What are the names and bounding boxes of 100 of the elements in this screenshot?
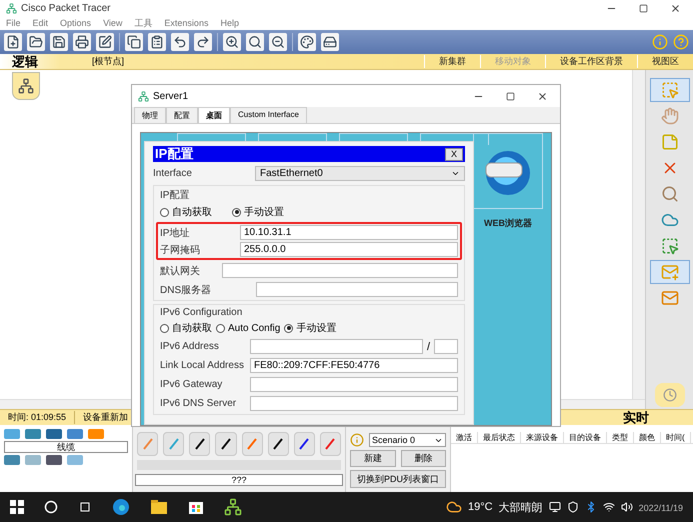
pdu-list-button[interactable]: 切换到PDU列表窗口 xyxy=(350,470,446,488)
radio-option[interactable]: 手动设置 xyxy=(284,321,336,335)
weather-icon[interactable] xyxy=(446,499,462,515)
dialog-tab[interactable]: 桌面 xyxy=(198,107,230,123)
radio-option[interactable]: 自动获取 xyxy=(160,205,212,219)
store-icon[interactable] xyxy=(188,499,204,515)
browser-icon[interactable] xyxy=(112,498,130,516)
scenario-button[interactable]: 新建 xyxy=(350,450,396,467)
envelope-icon xyxy=(660,289,678,307)
logical-tab[interactable]: 逻辑 xyxy=(0,52,92,70)
field-label: 默认网关 xyxy=(160,264,201,278)
field-label: 子网掩码 xyxy=(160,244,201,256)
menu-item[interactable]: 工具 xyxy=(134,16,152,30)
column-header: 颜色 xyxy=(634,432,661,443)
workspace-action[interactable]: 视图区 xyxy=(637,55,693,68)
app-icon xyxy=(138,90,149,102)
menu-item[interactable]: View xyxy=(103,18,122,28)
radio-option[interactable]: 自动获取 xyxy=(160,321,212,335)
printer-button[interactable] xyxy=(73,33,91,51)
close-button[interactable]: X xyxy=(444,148,463,160)
input-field[interactable] xyxy=(250,377,458,392)
web-browser-tile[interactable] xyxy=(473,133,543,209)
workspace-action[interactable]: 新集群 xyxy=(424,55,480,68)
radio-option[interactable]: Auto Config xyxy=(216,321,280,335)
dialog-title: Server1 xyxy=(153,90,188,102)
input-field[interactable] xyxy=(250,339,423,354)
folder-button[interactable] xyxy=(27,33,45,51)
new-file-button[interactable] xyxy=(4,33,22,51)
packet-tracer-icon[interactable] xyxy=(224,498,242,516)
input-field[interactable]: FE80::209:7CFF:FE50:4776 xyxy=(250,358,458,373)
maximize-icon[interactable] xyxy=(506,92,515,100)
redo-button[interactable] xyxy=(194,33,212,51)
info-icon[interactable] xyxy=(652,34,668,50)
zoom-out-button[interactable] xyxy=(269,33,287,51)
monitor-icon[interactable] xyxy=(548,501,561,513)
search-icon xyxy=(248,35,262,49)
logical-view-button[interactable] xyxy=(12,72,40,100)
input-field[interactable]: 10.10.31.1 xyxy=(240,225,458,240)
input-field[interactable] xyxy=(250,396,458,411)
close-icon[interactable] xyxy=(537,90,548,102)
menu-item[interactable]: File xyxy=(6,18,21,28)
shield-icon[interactable] xyxy=(566,501,579,513)
device-button[interactable] xyxy=(321,33,339,51)
dialog-tab[interactable]: 配置 xyxy=(166,107,198,123)
task-view-icon[interactable] xyxy=(78,500,92,514)
cable-button[interactable] xyxy=(215,432,236,456)
search-icon[interactable] xyxy=(44,500,58,514)
connection-label: ??? xyxy=(135,474,343,486)
zoom-in-button[interactable] xyxy=(223,33,241,51)
redo-icon xyxy=(196,35,210,49)
paste-button[interactable] xyxy=(148,33,166,51)
panel-title: IP配置 xyxy=(155,145,194,163)
vertical-scrollbar[interactable] xyxy=(632,70,645,399)
cable-icon xyxy=(245,437,260,451)
column-header: 时间( xyxy=(661,432,691,443)
cable-icon xyxy=(297,437,312,451)
help-icon[interactable] xyxy=(673,34,689,50)
maximize-icon[interactable] xyxy=(639,4,648,12)
dialog-tab[interactable]: Custom Interface xyxy=(230,107,307,123)
workspace-action[interactable]: 设备工作区背景 xyxy=(545,55,637,68)
undo-button[interactable] xyxy=(171,33,189,51)
scenario-select[interactable]: Scenario 0 xyxy=(369,433,446,447)
cable-button[interactable] xyxy=(268,432,289,456)
cable-button[interactable] xyxy=(189,432,210,456)
paste-icon xyxy=(150,35,164,49)
temperature-label: 19°C xyxy=(468,501,493,513)
input-field[interactable] xyxy=(222,263,458,278)
clock-icon xyxy=(662,388,676,402)
windows-start-icon[interactable] xyxy=(10,500,24,514)
magnifier-icon xyxy=(660,185,678,203)
save-button[interactable] xyxy=(50,33,68,51)
column-header: 激活 xyxy=(451,432,478,443)
input-field[interactable]: 255.0.0.0 xyxy=(240,242,458,257)
menu-item[interactable]: Help xyxy=(220,18,239,28)
cable-icon xyxy=(192,437,207,451)
edit-button[interactable] xyxy=(96,33,114,51)
undo-icon xyxy=(173,35,187,49)
menu-item[interactable]: Options xyxy=(60,18,92,28)
interface-select[interactable]: FastEthernet0 xyxy=(255,166,465,181)
dialog-tab[interactable]: 物理 xyxy=(134,107,166,123)
menu-item[interactable]: Extensions xyxy=(164,18,208,28)
search-button[interactable] xyxy=(246,33,264,51)
group-title: IPv6 Configuration xyxy=(160,307,244,318)
volume-icon[interactable] xyxy=(620,501,633,513)
group-title: IP配置 xyxy=(160,188,190,202)
close-icon[interactable] xyxy=(670,2,681,14)
radio-option[interactable]: 手动设置 xyxy=(232,205,284,219)
menu-item[interactable]: Edit xyxy=(32,18,48,28)
palette-button[interactable] xyxy=(298,33,316,51)
cable-icon xyxy=(140,437,155,451)
cable-icon xyxy=(166,437,181,451)
input-field[interactable] xyxy=(256,282,458,297)
network-icon xyxy=(18,78,34,94)
prefix-field[interactable] xyxy=(434,339,458,354)
field-label: DNS服务器 xyxy=(160,284,212,296)
cable-button[interactable] xyxy=(294,432,315,456)
folder-icon[interactable] xyxy=(150,499,168,515)
field-label: IPv6 Gateway xyxy=(160,379,224,390)
copy-button[interactable] xyxy=(125,33,143,51)
scenario-button[interactable]: 删除 xyxy=(400,450,446,467)
